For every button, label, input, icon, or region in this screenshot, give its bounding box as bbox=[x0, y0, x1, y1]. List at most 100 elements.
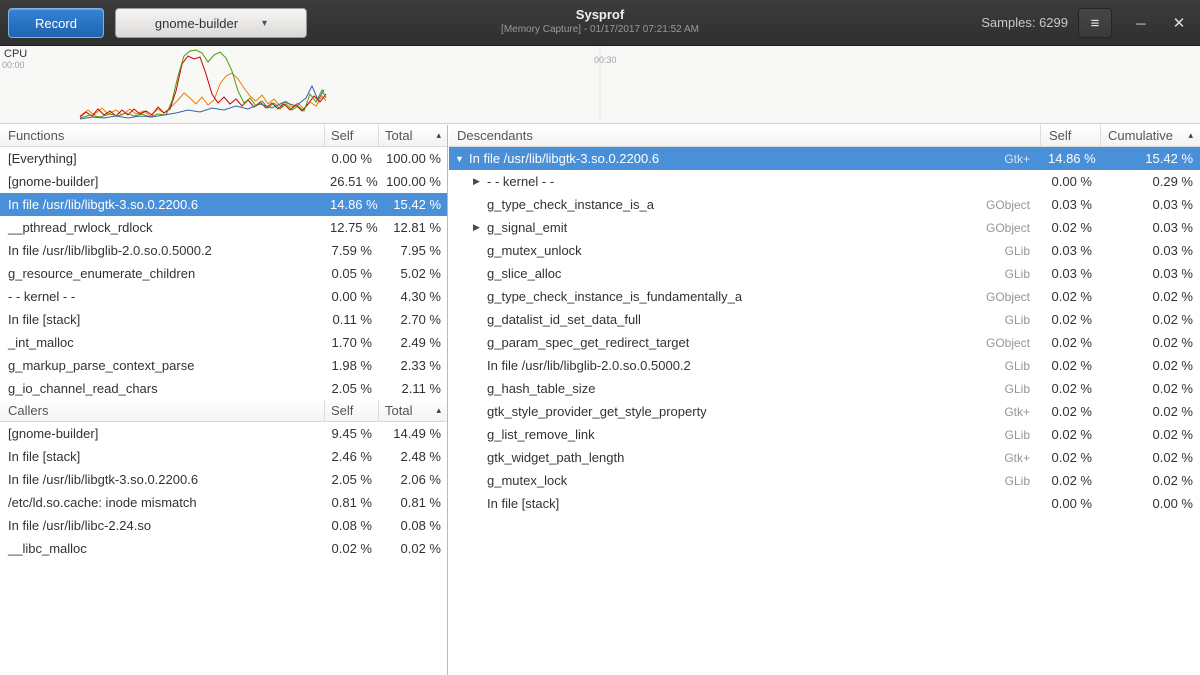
table-row[interactable]: _int_malloc1.70 %2.49 % bbox=[0, 331, 447, 354]
table-row[interactable]: In file /usr/lib/libgtk-3.so.0.2200.614.… bbox=[0, 193, 447, 216]
expander-right-icon[interactable]: ▶ bbox=[473, 222, 487, 233]
self-value: 0.02 % bbox=[1040, 216, 1100, 239]
table-row[interactable]: g_list_remove_linkGLib0.02 %0.02 % bbox=[449, 423, 1200, 446]
row-name-cell: gtk_widget_path_lengthGtk+ bbox=[449, 450, 1040, 465]
table-row[interactable]: In file /usr/lib/libglib-2.0.so.0.5000.2… bbox=[0, 239, 447, 262]
cumulative-value: 0.02 % bbox=[1100, 331, 1200, 354]
column-header-self[interactable]: Self bbox=[1040, 125, 1100, 146]
table-row[interactable]: - - kernel - -0.00 %4.30 % bbox=[0, 285, 447, 308]
functions-header-row: Functions Self Total ▴ bbox=[0, 125, 447, 147]
row-label: g_datalist_id_set_data_full bbox=[487, 312, 641, 327]
self-value: 0.03 % bbox=[1040, 262, 1100, 285]
table-row[interactable]: In file /usr/lib/libglib-2.0.so.0.5000.2… bbox=[449, 354, 1200, 377]
self-value: 0.02 % bbox=[1040, 354, 1100, 377]
row-name-cell: ▼In file /usr/lib/libgtk-3.so.0.2200.6Gt… bbox=[449, 151, 1040, 166]
cpu-graph[interactable]: CPU 00:00 00:30 bbox=[0, 46, 1200, 124]
descendants-rows: ▼In file /usr/lib/libgtk-3.so.0.2200.6Gt… bbox=[449, 147, 1200, 515]
table-row[interactable]: g_mutex_unlockGLib0.03 %0.03 % bbox=[449, 239, 1200, 262]
total-value: 2.48 % bbox=[378, 445, 447, 468]
chevron-down-icon: ▾ bbox=[262, 18, 267, 29]
row-label: In file [stack] bbox=[487, 496, 559, 511]
close-button[interactable]: ✕ bbox=[1166, 10, 1192, 36]
cumulative-value: 0.02 % bbox=[1100, 308, 1200, 331]
row-label: __pthread_rwlock_rdlock bbox=[0, 220, 324, 235]
row-name-cell: In file /usr/lib/libglib-2.0.so.0.5000.2… bbox=[449, 358, 1040, 373]
table-row[interactable]: gtk_style_provider_get_style_propertyGtk… bbox=[449, 400, 1200, 423]
table-row[interactable]: g_io_channel_read_chars2.05 %2.11 % bbox=[0, 377, 447, 400]
process-selector[interactable]: gnome-builder ▾ bbox=[115, 8, 307, 38]
column-header-total[interactable]: Total ▴ bbox=[378, 125, 447, 146]
table-row[interactable]: g_resource_enumerate_children0.05 %5.02 … bbox=[0, 262, 447, 285]
table-row[interactable]: [gnome-builder]26.51 %100.00 % bbox=[0, 170, 447, 193]
cumulative-value: 0.02 % bbox=[1100, 377, 1200, 400]
table-row[interactable]: __libc_malloc0.02 %0.02 % bbox=[0, 537, 447, 560]
column-header-cumulative[interactable]: Cumulative ▴ bbox=[1100, 125, 1200, 146]
table-row[interactable]: g_datalist_id_set_data_fullGLib0.02 %0.0… bbox=[449, 308, 1200, 331]
self-value: 14.86 % bbox=[324, 193, 378, 216]
self-value: 7.59 % bbox=[324, 239, 378, 262]
total-value: 0.81 % bbox=[378, 491, 447, 514]
table-row[interactable]: g_type_check_instance_is_aGObject0.03 %0… bbox=[449, 193, 1200, 216]
table-row[interactable]: [Everything]0.00 %100.00 % bbox=[0, 147, 447, 170]
self-value: 0.02 % bbox=[1040, 423, 1100, 446]
column-header-self[interactable]: Self bbox=[324, 125, 378, 146]
expander-down-icon[interactable]: ▼ bbox=[455, 154, 469, 164]
table-row[interactable]: g_mutex_lockGLib0.02 %0.02 % bbox=[449, 469, 1200, 492]
minimize-button[interactable]: ─ bbox=[1128, 10, 1154, 36]
table-row[interactable]: In file [stack]0.11 %2.70 % bbox=[0, 308, 447, 331]
table-row[interactable]: g_slice_allocGLib0.03 %0.03 % bbox=[449, 262, 1200, 285]
table-row[interactable]: In file /usr/lib/libc-2.24.so0.08 %0.08 … bbox=[0, 514, 447, 537]
table-row[interactable]: gtk_widget_path_lengthGtk+0.02 %0.02 % bbox=[449, 446, 1200, 469]
callers-table: Callers Self Total ▴ [gnome-builder]9.45… bbox=[0, 400, 447, 560]
table-row[interactable]: __pthread_rwlock_rdlock12.75 %12.81 % bbox=[0, 216, 447, 239]
total-value: 2.49 % bbox=[378, 331, 447, 354]
table-row[interactable]: In file [stack]2.46 %2.48 % bbox=[0, 445, 447, 468]
descendants-panel: Descendants Self Cumulative ▴ ▼In file /… bbox=[449, 125, 1200, 675]
row-label: g_type_check_instance_is_a bbox=[487, 197, 654, 212]
library-badge: Gtk+ bbox=[1004, 405, 1040, 419]
self-value: 2.46 % bbox=[324, 445, 378, 468]
record-button[interactable]: Record bbox=[8, 8, 104, 38]
table-row[interactable]: ▶- - kernel - -0.00 %0.29 % bbox=[449, 170, 1200, 193]
table-row[interactable]: /etc/ld.so.cache: inode mismatch0.81 %0.… bbox=[0, 491, 447, 514]
column-header-callers[interactable]: Callers bbox=[0, 400, 324, 421]
cpu-line-red bbox=[80, 56, 326, 117]
self-value: 0.81 % bbox=[324, 491, 378, 514]
expander-right-icon[interactable]: ▶ bbox=[473, 176, 487, 187]
library-badge: GLib bbox=[1005, 267, 1040, 281]
table-row[interactable]: g_markup_parse_context_parse1.98 %2.33 % bbox=[0, 354, 447, 377]
row-name-cell: ▶g_signal_emitGObject bbox=[449, 220, 1040, 235]
row-label: [gnome-builder] bbox=[0, 426, 324, 441]
total-value: 2.06 % bbox=[378, 468, 447, 491]
column-header-descendants[interactable]: Descendants bbox=[449, 125, 1040, 146]
total-value: 12.81 % bbox=[378, 216, 447, 239]
table-row[interactable]: g_hash_table_sizeGLib0.02 %0.02 % bbox=[449, 377, 1200, 400]
table-row[interactable]: g_type_check_instance_is_fundamentally_a… bbox=[449, 285, 1200, 308]
table-row[interactable]: In file /usr/lib/libgtk-3.so.0.2200.62.0… bbox=[0, 468, 447, 491]
table-row[interactable]: [gnome-builder]9.45 %14.49 % bbox=[0, 422, 447, 445]
table-row[interactable]: In file [stack]0.00 %0.00 % bbox=[449, 492, 1200, 515]
menu-button[interactable]: ≡ bbox=[1078, 8, 1112, 38]
table-row[interactable]: ▶g_signal_emitGObject0.02 %0.03 % bbox=[449, 216, 1200, 239]
self-value: 0.02 % bbox=[1040, 469, 1100, 492]
self-value: 0.02 % bbox=[1040, 377, 1100, 400]
row-name-cell: g_hash_table_sizeGLib bbox=[449, 381, 1040, 396]
column-header-total[interactable]: Total ▴ bbox=[378, 400, 447, 421]
self-value: 0.02 % bbox=[1040, 308, 1100, 331]
total-value: 5.02 % bbox=[378, 262, 447, 285]
functions-table: Functions Self Total ▴ [Everything]0.00 … bbox=[0, 125, 447, 400]
cumulative-value: 0.03 % bbox=[1100, 262, 1200, 285]
self-value: 0.03 % bbox=[1040, 193, 1100, 216]
self-value: 0.08 % bbox=[324, 514, 378, 537]
self-value: 0.00 % bbox=[324, 147, 378, 170]
column-header-functions[interactable]: Functions bbox=[0, 125, 324, 146]
row-label: In file /usr/lib/libc-2.24.so bbox=[0, 518, 324, 533]
cumulative-value: 0.02 % bbox=[1100, 400, 1200, 423]
time-label-start: 00:00 bbox=[2, 60, 25, 70]
cpu-label: CPU bbox=[4, 48, 27, 60]
row-label: g_slice_alloc bbox=[487, 266, 561, 281]
table-row[interactable]: g_param_spec_get_redirect_targetGObject0… bbox=[449, 331, 1200, 354]
row-name-cell: g_slice_alloc GLib bbox=[449, 266, 1040, 281]
table-row[interactable]: ▼In file /usr/lib/libgtk-3.so.0.2200.6Gt… bbox=[449, 147, 1200, 170]
column-header-self[interactable]: Self bbox=[324, 400, 378, 421]
